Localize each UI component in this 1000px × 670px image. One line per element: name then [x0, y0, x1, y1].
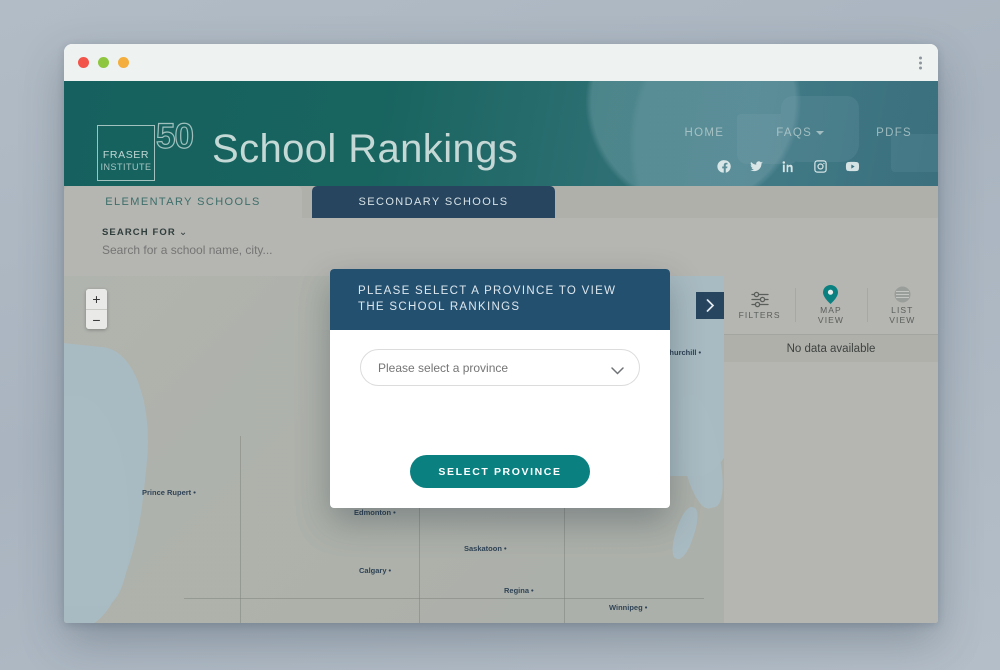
modal-header: PLEASE SELECT A PROVINCE TO VIEW THE SCH…	[330, 269, 670, 330]
kebab-menu-icon[interactable]	[919, 56, 922, 69]
close-window-button[interactable]	[78, 57, 89, 68]
maximize-window-button[interactable]	[118, 57, 129, 68]
select-province-button[interactable]: SELECT PROVINCE	[410, 455, 590, 488]
modal-title: PLEASE SELECT A PROVINCE TO VIEW THE SCH…	[358, 285, 617, 313]
province-select-modal: PLEASE SELECT A PROVINCE TO VIEW THE SCH…	[330, 269, 670, 508]
browser-window: FRASER INSTITUTE 50 School Rankings HOME…	[64, 44, 938, 623]
window-controls[interactable]	[78, 57, 129, 68]
minimize-window-button[interactable]	[98, 57, 109, 68]
modal-body	[330, 330, 670, 386]
province-select-input[interactable]	[360, 349, 640, 386]
modal-footer: SELECT PROVINCE	[330, 455, 670, 488]
modal-overlay: PLEASE SELECT A PROVINCE TO VIEW THE SCH…	[64, 81, 938, 623]
browser-titlebar	[64, 44, 938, 81]
page-viewport: FRASER INSTITUTE 50 School Rankings HOME…	[64, 81, 938, 623]
